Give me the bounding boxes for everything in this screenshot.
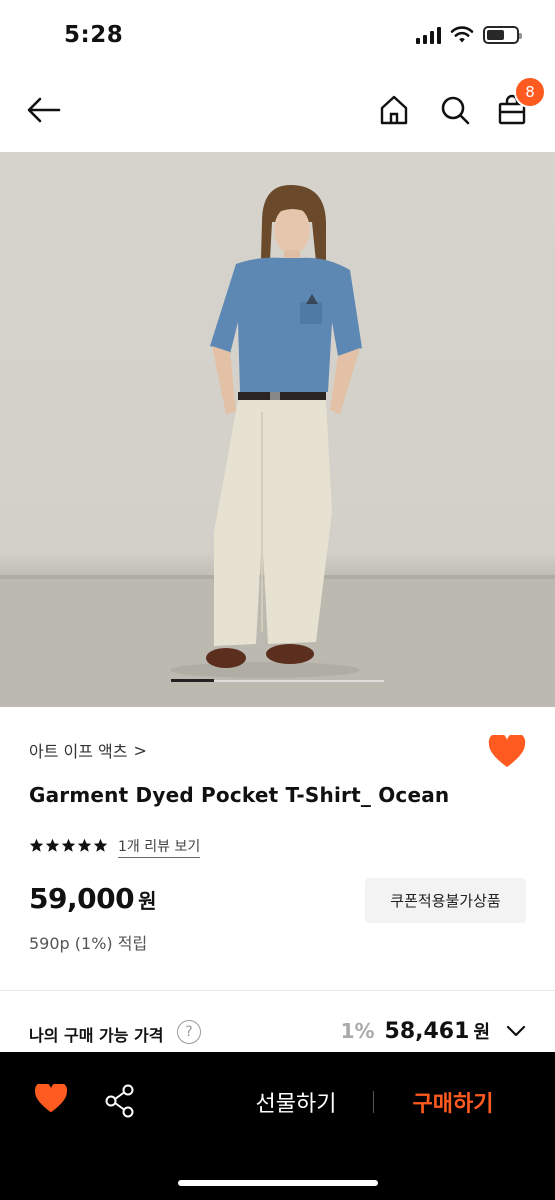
back-button[interactable] bbox=[24, 90, 64, 130]
star-icon bbox=[45, 838, 60, 857]
rating-stars bbox=[29, 838, 108, 857]
star-icon bbox=[29, 838, 44, 857]
cart-count-badge: 8 bbox=[514, 76, 546, 108]
share-icon bbox=[105, 1084, 134, 1118]
like-button[interactable] bbox=[488, 732, 526, 771]
status-indicators bbox=[416, 26, 522, 44]
bottom-action-bar: 선물하기 구매하기 bbox=[0, 1052, 555, 1200]
price-unit: 원 bbox=[138, 889, 157, 913]
my-price-unit: 원 bbox=[473, 1022, 490, 1043]
chevron-down-icon bbox=[506, 1025, 526, 1037]
search-button[interactable] bbox=[435, 90, 475, 130]
bar-separator bbox=[373, 1091, 374, 1113]
product-photo bbox=[0, 184, 555, 707]
product-image-carousel[interactable] bbox=[0, 152, 555, 707]
heart-icon bbox=[488, 732, 526, 767]
chevron-right-icon: > bbox=[133, 740, 147, 760]
buy-button[interactable]: 구매하기 bbox=[392, 1082, 514, 1122]
divider bbox=[0, 990, 555, 991]
gift-button[interactable]: 선물하기 bbox=[230, 1082, 362, 1122]
my-price-toggle[interactable]: 1% 58,461 원 bbox=[341, 1018, 526, 1044]
carousel-progress-fill bbox=[171, 679, 214, 682]
review-link[interactable]: 1개 리뷰 보기 bbox=[118, 836, 201, 858]
rating-row: 1개 리뷰 보기 bbox=[29, 836, 201, 858]
battery-icon bbox=[483, 26, 522, 44]
discount-rate: 1% bbox=[340, 1019, 375, 1043]
status-bar: 5:28 bbox=[0, 0, 555, 70]
cart-button[interactable]: 8 bbox=[492, 76, 546, 130]
star-icon bbox=[61, 838, 76, 857]
coupon-button[interactable]: 쿠폰적용불가상품 bbox=[365, 878, 526, 923]
star-icon bbox=[93, 838, 108, 857]
carousel-progress-indicator bbox=[171, 679, 384, 682]
price: 59,000 원 bbox=[29, 882, 156, 915]
help-icon[interactable]: ? bbox=[177, 1020, 201, 1044]
points-info: 590p (1%) 적립 bbox=[29, 934, 148, 953]
my-price-label: 나의 구매 가능 가격 bbox=[29, 1026, 164, 1045]
my-price-value: 58,461 bbox=[384, 1019, 470, 1044]
bottom-like-button[interactable] bbox=[34, 1082, 70, 1118]
my-price-row: 나의 구매 가능 가격 ? 1% 58,461 원 bbox=[29, 1016, 526, 1050]
home-button[interactable] bbox=[374, 90, 414, 130]
wifi-icon bbox=[450, 26, 474, 43]
star-icon bbox=[77, 838, 92, 857]
product-title: Garment Dyed Pocket T-Shirt_ Ocean bbox=[29, 783, 450, 807]
brand-link[interactable]: 아트 이프 액츠 > bbox=[29, 738, 147, 762]
arrow-left-icon bbox=[27, 97, 61, 123]
home-icon bbox=[380, 95, 408, 125]
status-time: 5:28 bbox=[64, 22, 124, 48]
top-nav-bar: 8 bbox=[0, 70, 555, 152]
brand-name: 아트 이프 액츠 bbox=[29, 742, 128, 761]
heart-icon bbox=[34, 1082, 68, 1113]
search-icon bbox=[441, 96, 470, 125]
home-indicator bbox=[178, 1180, 378, 1186]
cellular-signal-icon bbox=[416, 26, 441, 44]
price-value: 59,000 bbox=[29, 882, 135, 915]
share-button[interactable] bbox=[104, 1084, 136, 1120]
